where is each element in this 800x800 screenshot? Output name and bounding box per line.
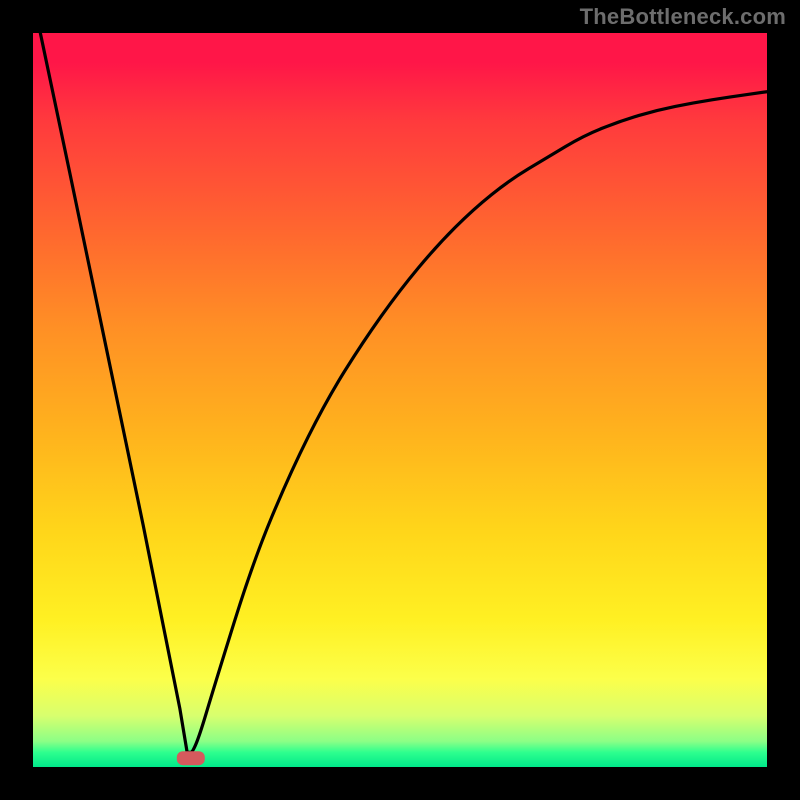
chart-frame: TheBottleneck.com	[0, 0, 800, 800]
plot-background-gradient	[33, 33, 767, 767]
watermark-text: TheBottleneck.com	[580, 4, 786, 30]
